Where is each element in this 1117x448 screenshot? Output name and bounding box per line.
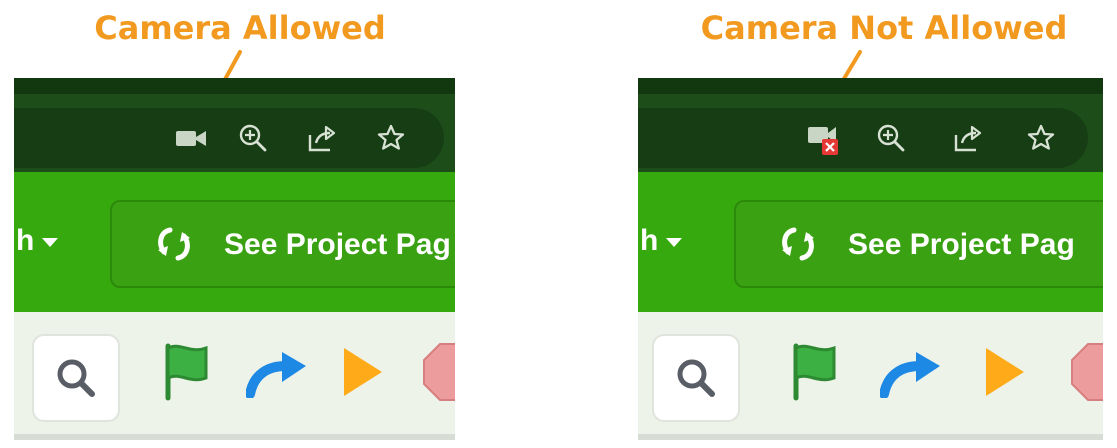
camera-not-allowed-title: Camera Not Allowed: [700, 9, 1068, 47]
see-project-page-label: See Project Pag: [848, 228, 1075, 261]
redo-arrow-icon[interactable]: [880, 350, 942, 398]
share-icon[interactable]: [950, 122, 986, 154]
zoom-in-icon[interactable]: [236, 122, 270, 154]
green-flag-icon[interactable]: [160, 340, 212, 402]
project-page-icon: [158, 227, 190, 261]
menu-dropdown-label: h: [16, 224, 35, 257]
green-flag-icon[interactable]: [788, 340, 840, 402]
editor-menu-bar: h See Project Pag: [14, 172, 455, 312]
menu-dropdown[interactable]: h: [16, 216, 59, 266]
video-camera-blocked-icon[interactable]: [804, 122, 844, 158]
bookmark-star-icon[interactable]: [374, 122, 408, 154]
menu-dropdown[interactable]: h: [640, 216, 683, 266]
address-bar[interactable]: [638, 108, 1088, 168]
see-project-page-label: See Project Pag: [224, 228, 451, 261]
see-project-page-button[interactable]: See Project Pag: [734, 200, 1103, 288]
zoom-in-icon[interactable]: [874, 122, 908, 154]
video-camera-icon[interactable]: [174, 124, 210, 152]
stop-icon[interactable]: [422, 342, 455, 402]
editor-menu-bar: h See Project Pag: [638, 172, 1103, 312]
camera-allowed-title: Camera Allowed: [94, 9, 386, 47]
camera-allowed-screenshot: h See Project Pag: [14, 78, 455, 440]
play-icon[interactable]: [982, 344, 1028, 400]
play-icon[interactable]: [340, 344, 386, 400]
search-icon: [677, 359, 715, 397]
project-page-icon: [782, 227, 814, 261]
share-icon[interactable]: [304, 122, 340, 154]
menu-dropdown-label: h: [640, 224, 659, 257]
address-bar[interactable]: [14, 108, 444, 168]
search-icon: [57, 359, 95, 397]
stop-icon[interactable]: [1070, 342, 1103, 402]
camera-not-allowed-screenshot: h See Project Pag: [638, 78, 1103, 440]
search-button[interactable]: [32, 334, 120, 422]
see-project-page-button[interactable]: See Project Pag: [110, 200, 455, 288]
chevron-down-icon: [666, 237, 683, 247]
bookmark-star-icon[interactable]: [1024, 122, 1058, 154]
chevron-down-icon: [42, 237, 59, 247]
search-button[interactable]: [652, 334, 740, 422]
workspace-edge: [638, 434, 1103, 440]
redo-arrow-icon[interactable]: [246, 350, 308, 398]
workspace-edge: [14, 434, 455, 440]
